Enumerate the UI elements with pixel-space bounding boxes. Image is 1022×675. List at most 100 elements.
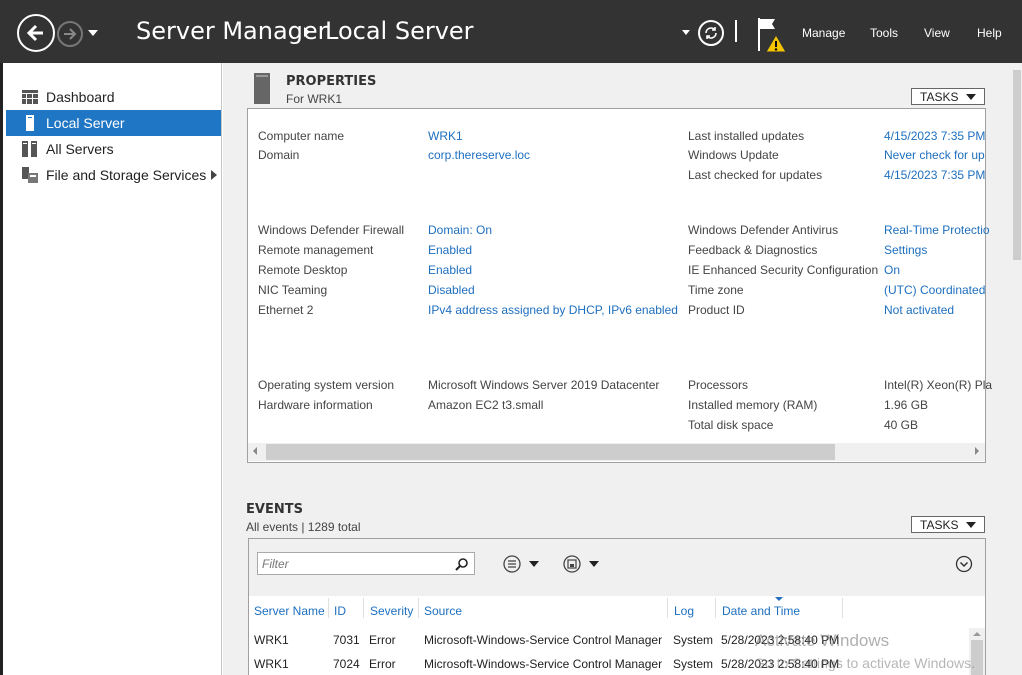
prop-value-link[interactable]: Real-Time Protectio	[884, 223, 990, 237]
column-header-log[interactable]: Log	[674, 604, 694, 618]
events-subtitle: All events | 1289 total	[246, 520, 361, 534]
table-cell[interactable]: WRK1	[254, 657, 289, 671]
prop-label: Time zone	[688, 283, 744, 297]
sidebar-item-file-storage[interactable]: File and Storage Services	[6, 162, 221, 188]
prop-label: Windows Defender Firewall	[258, 223, 405, 237]
refresh-icon	[705, 27, 717, 39]
page-title: Local Server	[325, 17, 474, 45]
prop-value-link[interactable]: Enabled	[428, 263, 472, 277]
prop-value: Microsoft Windows Server 2019 Datacenter	[428, 378, 660, 392]
column-header-server-name[interactable]: Server Name	[254, 604, 325, 618]
properties-tasks-button[interactable]: TASKS	[911, 88, 985, 105]
prop-value: Amazon EC2 t3.small	[428, 398, 544, 412]
column-divider[interactable]	[418, 598, 419, 618]
prop-label: Windows Update	[688, 148, 779, 162]
prop-value-link[interactable]: 4/15/2023 7:35 PM	[884, 129, 985, 143]
prop-value-link[interactable]: corp.thereserve.loc	[428, 148, 530, 162]
prop-value: 1.96 GB	[884, 398, 929, 412]
column-divider[interactable]	[328, 598, 329, 618]
chevron-down-icon	[966, 94, 976, 100]
sidebar-item-all-servers[interactable]: All Servers	[6, 136, 221, 162]
menu-manage[interactable]: Manage	[802, 26, 845, 40]
table-cell[interactable]: 7031	[333, 633, 360, 647]
prop-label: Product ID	[688, 303, 745, 317]
table-cell[interactable]: WRK1	[254, 633, 289, 647]
back-button[interactable]	[17, 14, 55, 52]
prop-value-link[interactable]: On	[884, 263, 900, 277]
list-icon	[503, 555, 539, 573]
table-cell[interactable]: Error	[369, 633, 396, 647]
forward-button[interactable]	[57, 21, 83, 47]
sidebar-item-label: Dashboard	[46, 89, 115, 105]
sidebar-item-label: File and Storage Services	[46, 167, 207, 183]
expand-button[interactable]	[955, 555, 973, 573]
prop-value-link[interactable]: Domain: On	[428, 223, 492, 237]
prop-value-link[interactable]: IPv4 address assigned by DHCP, IPv6 enab…	[428, 303, 678, 317]
events-title: EVENTS	[246, 502, 303, 517]
scroll-right-icon[interactable]	[975, 447, 979, 455]
table-cell[interactable]: Error	[369, 657, 396, 671]
prop-value-link[interactable]: Settings	[884, 243, 927, 257]
prop-label: Last installed updates	[688, 129, 805, 143]
column-header-source[interactable]: Source	[424, 604, 462, 618]
table-cell[interactable]: System	[673, 633, 713, 647]
menu-tools[interactable]: Tools	[870, 26, 898, 40]
prop-value-link[interactable]: WRK1	[428, 129, 463, 143]
table-cell[interactable]: Microsoft-Windows-Service Control Manage…	[424, 633, 662, 647]
prop-label: Remote Desktop	[258, 263, 348, 277]
chevron-down-circle-icon	[955, 555, 973, 573]
filter-input[interactable]: Filter	[257, 552, 475, 575]
prop-value-link[interactable]: Disabled	[428, 283, 475, 297]
column-divider[interactable]	[842, 598, 843, 618]
prop-value-link[interactable]: Never check for up	[884, 148, 985, 162]
menu-view[interactable]: View	[924, 26, 950, 40]
search-icon[interactable]	[455, 557, 469, 571]
sort-descending-icon	[775, 597, 783, 601]
storage-icon	[22, 167, 38, 183]
tasks-label: TASKS	[920, 89, 959, 104]
activation-watermark-title: Activate Windows	[755, 631, 890, 650]
column-header-severity[interactable]: Severity	[370, 604, 413, 618]
sidebar: Dashboard Local Server All Servers File …	[0, 63, 222, 675]
server-icon-detail	[256, 75, 268, 77]
save-query-button[interactable]	[563, 554, 603, 574]
table-cell[interactable]: Microsoft-Windows-Service Control Manage…	[424, 657, 662, 671]
horizontal-scrollbar-thumb[interactable]	[266, 444, 835, 460]
menu-help[interactable]: Help	[977, 26, 1002, 40]
notifications-button[interactable]	[754, 15, 790, 55]
events-tasks-button[interactable]: TASKS	[911, 516, 985, 533]
table-cell[interactable]: 7024	[333, 657, 360, 671]
column-header-date-time[interactable]: Date and Time	[722, 604, 800, 618]
app-title: Server Manager	[136, 17, 328, 45]
refresh-button[interactable]	[698, 20, 724, 46]
column-divider[interactable]	[363, 598, 364, 618]
properties-subtitle: For WRK1	[286, 92, 343, 106]
column-header-id[interactable]: ID	[334, 604, 346, 618]
scroll-left-icon[interactable]	[253, 447, 257, 455]
prop-label: Domain	[258, 148, 300, 162]
prop-value: 40 GB	[884, 418, 919, 432]
prop-value-link[interactable]: (UTC) Coordinated	[884, 283, 985, 297]
chevron-down-icon[interactable]	[682, 30, 690, 35]
prop-value-link[interactable]: Enabled	[428, 243, 472, 257]
table-cell[interactable]: System	[673, 657, 713, 671]
prop-value-link[interactable]: Not activated	[884, 303, 954, 317]
prop-label: Hardware information	[258, 398, 373, 412]
list-options-button[interactable]	[503, 554, 543, 574]
chevron-right-icon[interactable]	[211, 170, 217, 180]
breadcrumb-separator-icon	[304, 27, 310, 37]
prop-value: Intel(R) Xeon(R) Pla	[884, 378, 993, 392]
prop-value-link[interactable]: 4/15/2023 7:35 PM	[884, 168, 985, 182]
scroll-up-icon[interactable]	[973, 632, 981, 636]
sidebar-item-dashboard[interactable]: Dashboard	[6, 84, 221, 110]
vertical-scrollbar-thumb[interactable]	[1013, 70, 1021, 260]
history-dropdown[interactable]	[87, 26, 99, 36]
prop-label: Feedback & Diagnostics	[688, 243, 818, 257]
notification-flag-icon	[758, 18, 787, 53]
column-divider[interactable]	[667, 598, 668, 618]
chevron-down-icon	[966, 522, 976, 528]
prop-label: Windows Defender Antivirus	[688, 223, 839, 237]
prop-label: IE Enhanced Security Configuration	[688, 263, 879, 277]
column-divider[interactable]	[715, 598, 716, 618]
sidebar-item-local-server[interactable]: Local Server	[6, 110, 221, 136]
